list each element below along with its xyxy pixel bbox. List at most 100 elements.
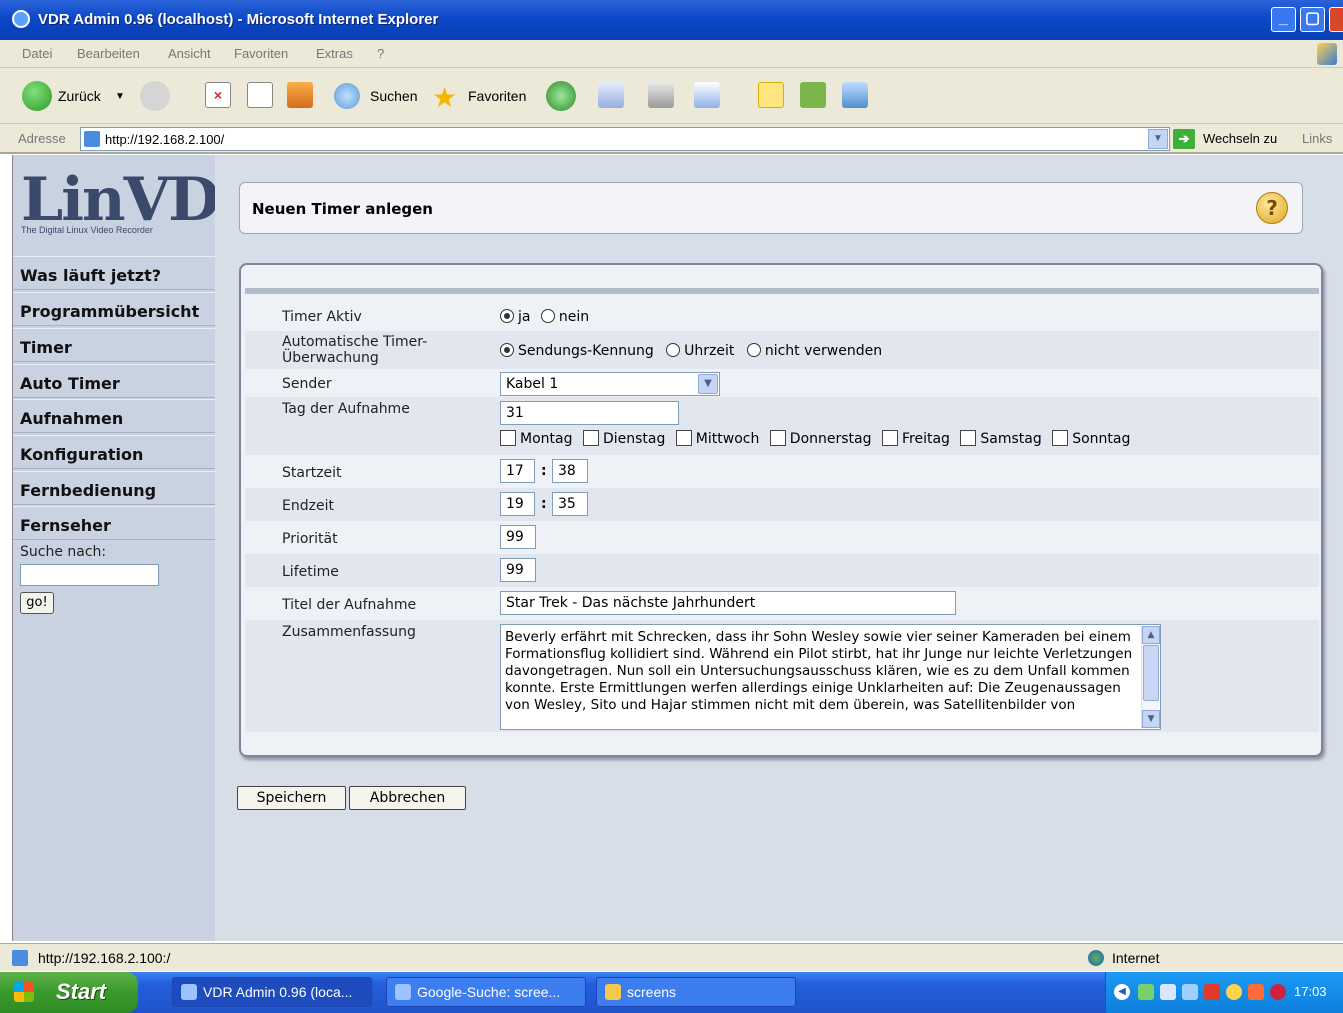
help-icon[interactable]: ? [1256, 192, 1288, 224]
menu-bar: Datei Bearbeiten Ansicht Favoriten Extra… [0, 40, 1343, 68]
sidebar: LinVDR The Digital Linux Video Recorder … [12, 155, 268, 941]
messenger-icon[interactable] [842, 82, 868, 108]
cancel-button[interactable]: Abbrechen [349, 786, 466, 810]
sender-select[interactable]: Kabel 1 ▼ [500, 372, 720, 396]
weekday-samstag-checkbox[interactable] [960, 430, 977, 446]
tray-clock[interactable]: 17:03 [1294, 984, 1327, 999]
taskbar-item-screens[interactable]: screens [596, 977, 796, 1007]
minimize-button[interactable]: _ [1271, 7, 1296, 32]
refresh-icon[interactable] [247, 82, 273, 108]
menu-help[interactable]: ? [377, 46, 384, 61]
weekday-donnerstag-checkbox[interactable] [769, 430, 786, 446]
page-icon [84, 131, 100, 147]
endzeit-hour-input[interactable]: 19 [500, 492, 535, 516]
tray-network-icon[interactable] [1160, 984, 1176, 1000]
taskbar-item-vdr-admin[interactable]: VDR Admin 0.96 (loca... [172, 977, 372, 1007]
weekday-dienstag-checkbox[interactable] [582, 430, 599, 446]
tray-update-icon[interactable] [1248, 984, 1264, 1000]
back-dropdown-icon[interactable]: ▼ [115, 91, 125, 102]
startzeit-hour-input[interactable]: 17 [500, 459, 535, 483]
weekday-montag-checkbox[interactable] [500, 430, 516, 446]
menu-bearbeiten[interactable]: Bearbeiten [77, 46, 140, 61]
search-go-button[interactable]: go! [20, 592, 54, 614]
address-url: http://192.168.2.100/ [105, 132, 225, 147]
icq-icon[interactable] [800, 82, 826, 108]
menu-datei[interactable]: Datei [22, 46, 52, 61]
search-icon[interactable] [334, 83, 360, 109]
scroll-down-icon[interactable]: ▼ [1142, 710, 1160, 728]
endzeit-minute-input[interactable]: 35 [552, 492, 588, 516]
sender-dropdown-icon[interactable]: ▼ [698, 374, 718, 394]
zusammenfassung-scrollbar[interactable]: ▲ ▼ [1141, 626, 1160, 728]
close-button[interactable] [1329, 7, 1343, 32]
weekday-mittwoch-label: Mittwoch [695, 431, 760, 447]
go-arrow-icon[interactable]: ➔ [1173, 129, 1195, 149]
history-icon[interactable] [546, 81, 576, 111]
tray-app-icon[interactable] [1138, 984, 1154, 1000]
page-status-icon [12, 950, 28, 966]
nav-programmuebersicht[interactable]: Programmübersicht [13, 292, 216, 326]
save-button[interactable]: Speichern [237, 786, 346, 810]
search-input[interactable] [20, 564, 159, 586]
titel-label: Titel der Aufnahme [282, 597, 417, 613]
mail-icon[interactable] [598, 82, 624, 108]
tray-antivirus-icon[interactable] [1204, 984, 1220, 1000]
zusammenfassung-textarea[interactable]: Beverly erfährt mit Schrecken, dass ihr … [500, 624, 1161, 730]
nav-auto-timer[interactable]: Auto Timer [13, 364, 216, 398]
tray-messenger-icon[interactable] [1226, 984, 1242, 1000]
start-button[interactable]: Start [0, 972, 138, 1013]
maximize-button[interactable]: ▢ [1300, 7, 1325, 32]
weekday-mittwoch-checkbox[interactable] [675, 430, 692, 446]
taskbar-item-vdr-admin-label: VDR Admin 0.96 (loca... [203, 984, 353, 1000]
scroll-up-icon[interactable]: ▲ [1142, 626, 1160, 644]
scroll-thumb[interactable] [1143, 645, 1159, 701]
search-label: Suche nach: [20, 544, 107, 560]
startzeit-minute-input[interactable]: 38 [552, 459, 588, 483]
notes-icon[interactable] [758, 82, 784, 108]
ueberwachung-nicht-verwenden-radio[interactable] [746, 343, 761, 357]
back-button-label[interactable]: Zurück [58, 88, 101, 104]
menu-favoriten[interactable]: Favoriten [234, 46, 288, 61]
favorites-star-icon[interactable]: ★ [432, 81, 457, 114]
weekday-freitag-checkbox[interactable] [881, 430, 898, 446]
links-label[interactable]: Links [1302, 131, 1332, 146]
linvdr-logo: LinVDR The Digital Linux Video Recorder [21, 165, 268, 243]
nav-fernseher[interactable]: Fernseher [13, 506, 216, 540]
tray-expand-icon[interactable]: ◀ [1114, 984, 1130, 1000]
taskbar-item-google-suche[interactable]: Google-Suche: scree... [386, 977, 586, 1007]
address-dropdown-icon[interactable]: ▼ [1148, 129, 1168, 149]
tray-monitor-icon[interactable] [1182, 984, 1198, 1000]
nav-aufnahmen[interactable]: Aufnahmen [13, 399, 216, 433]
home-icon[interactable] [287, 82, 313, 108]
favorites-button-label[interactable]: Favoriten [468, 88, 526, 104]
lifetime-input[interactable]: 99 [500, 558, 536, 582]
nav-fernbedienung[interactable]: Fernbedienung [13, 471, 216, 505]
print-icon[interactable] [648, 82, 674, 108]
timer-aktiv-ja-radio[interactable] [500, 309, 514, 323]
menu-ansicht[interactable]: Ansicht [168, 46, 211, 61]
go-button-label[interactable]: Wechseln zu [1203, 131, 1277, 146]
timer-aktiv-nein-radio[interactable] [540, 309, 555, 323]
tag-input[interactable]: 31 [500, 401, 679, 425]
search-button-label[interactable]: Suchen [370, 88, 417, 104]
taskbar: Start VDR Admin 0.96 (loca... Google-Suc… [0, 972, 1343, 1013]
menu-extras[interactable]: Extras [316, 46, 353, 61]
edit-icon[interactable] [694, 82, 720, 108]
ueberwachung-uhrzeit-radio[interactable] [666, 343, 681, 357]
ueberwachung-sendungs-kennung-radio[interactable] [500, 343, 514, 357]
back-icon[interactable] [22, 81, 52, 111]
address-input[interactable]: http://192.168.2.100/ ▼ [80, 127, 1170, 151]
nav-konfiguration[interactable]: Konfiguration [13, 435, 216, 469]
weekday-sonntag-checkbox[interactable] [1052, 430, 1069, 446]
weekday-donnerstag-label: Donnerstag [789, 431, 872, 447]
prioritaet-input[interactable]: 99 [500, 525, 536, 549]
tray-security-icon[interactable] [1270, 984, 1286, 1000]
nav-was-laeuft-jetzt[interactable]: Was läuft jetzt? [13, 256, 216, 290]
stop-icon[interactable]: × [205, 82, 231, 108]
sender-value: Kabel 1 [506, 376, 559, 392]
weekday-samstag-label: Samstag [980, 431, 1042, 447]
titel-input[interactable]: Star Trek - Das nächste Jahrhundert [500, 591, 956, 615]
nav-timer[interactable]: Timer [13, 328, 216, 362]
taskbar-item-screens-label: screens [627, 984, 677, 1000]
forward-icon[interactable] [140, 81, 170, 111]
